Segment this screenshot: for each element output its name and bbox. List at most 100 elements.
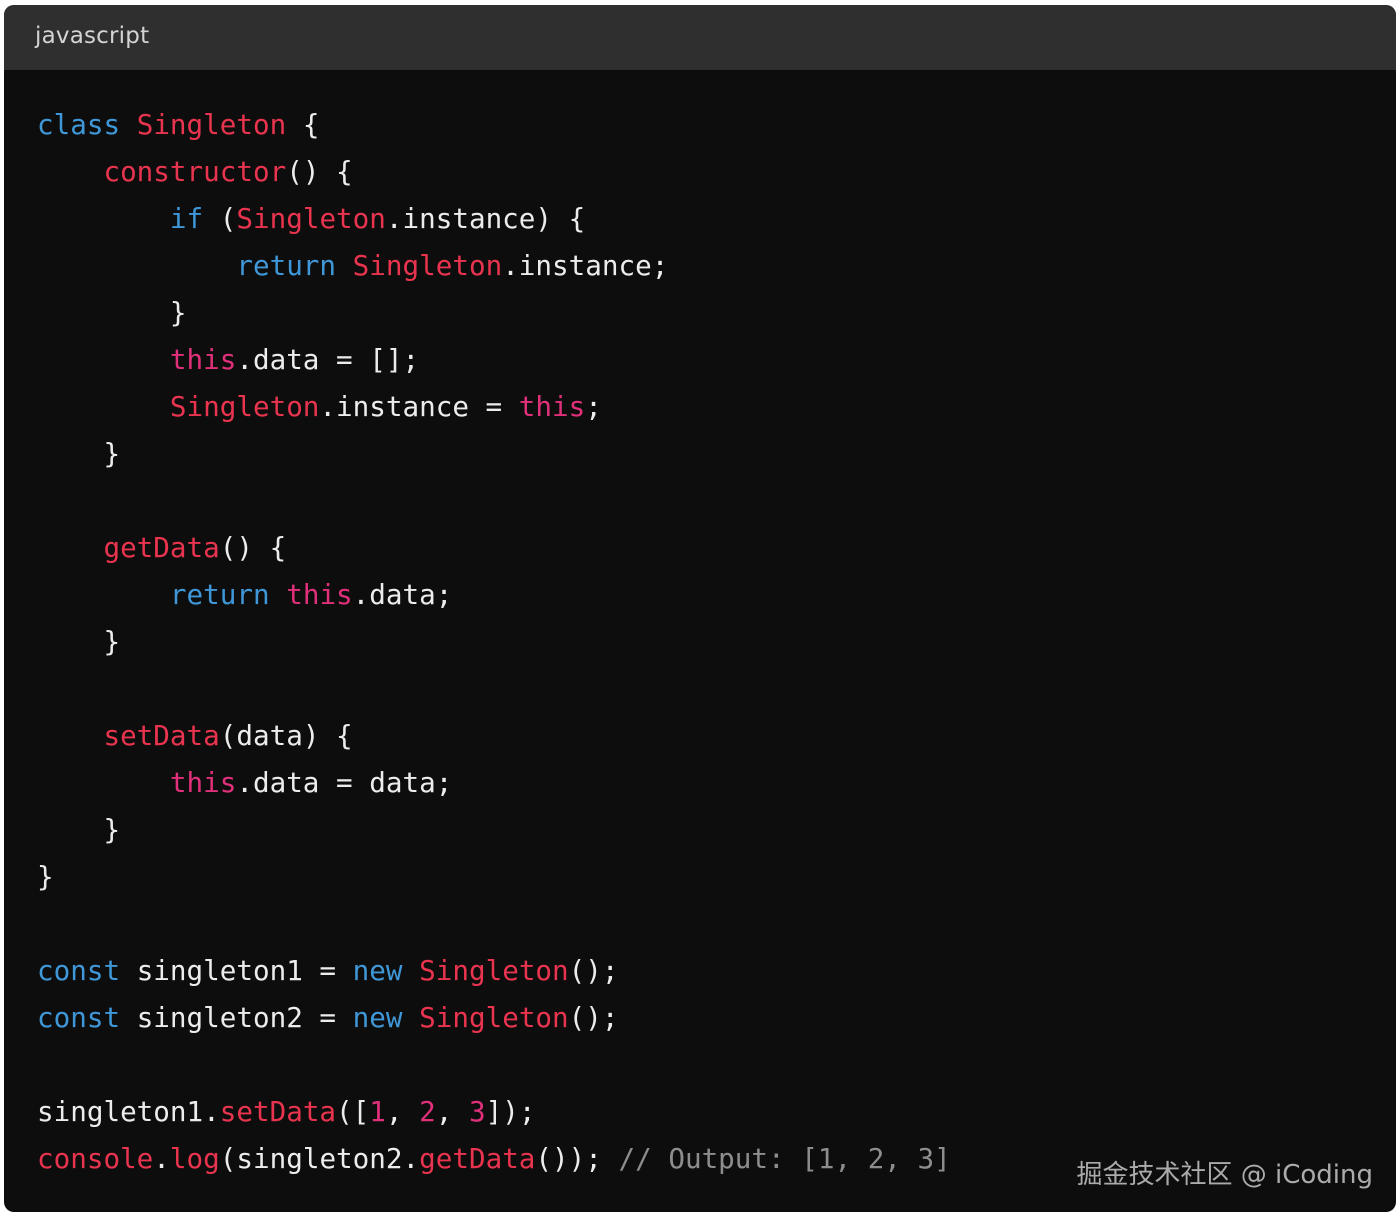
code-token: constructor xyxy=(103,155,287,188)
code-token: } xyxy=(37,437,121,470)
code-line: console.log(singleton2.getData()); // Ou… xyxy=(37,1135,951,1182)
code-token: } xyxy=(37,296,187,329)
code-token: } xyxy=(37,625,121,658)
code-token: // Output: [1, 2, 3] xyxy=(618,1142,951,1175)
code-token: setData xyxy=(219,1095,337,1128)
code-token: { xyxy=(286,108,320,141)
code-token: , xyxy=(385,1095,420,1128)
code-token: getData xyxy=(419,1142,536,1175)
code-line: setData(data) { xyxy=(37,712,951,759)
code-line: } xyxy=(37,853,951,900)
code-token: console xyxy=(37,1142,154,1175)
code-token: new xyxy=(352,954,403,987)
code-token: Singleton xyxy=(352,249,503,282)
code-line: const singleton1 = new Singleton(); xyxy=(37,947,951,994)
code-token: (); xyxy=(568,1001,619,1034)
code-token: 3 xyxy=(469,1095,486,1128)
code-token: ; xyxy=(585,390,602,423)
code-token: singleton1. xyxy=(37,1095,220,1128)
code-line: this.data = []; xyxy=(37,336,951,383)
code-token: Singleton xyxy=(419,1001,569,1034)
code-token: setData xyxy=(103,719,220,752)
code-line: class Singleton { xyxy=(37,101,951,148)
code-token: 2 xyxy=(419,1095,436,1128)
code-token: getData xyxy=(103,531,220,564)
code-token: .instance = xyxy=(319,390,519,423)
language-label: javascript xyxy=(35,23,150,49)
code-token: Singleton xyxy=(169,390,320,423)
code-token: const xyxy=(37,954,121,987)
code-token: () { xyxy=(219,531,287,564)
code-token: (singleton2. xyxy=(219,1142,420,1175)
code-token: Singleton xyxy=(419,954,569,987)
code-token: class xyxy=(37,108,121,141)
code-token: () { xyxy=(286,155,353,188)
code-token: .data = []; xyxy=(236,343,420,376)
code-token: } xyxy=(37,860,54,893)
code-line: getData() { xyxy=(37,524,951,571)
code-line: } xyxy=(37,618,951,665)
code-token: ()); xyxy=(535,1142,619,1175)
code-line: } xyxy=(37,806,951,853)
code-token: Singleton xyxy=(236,202,386,235)
code-line: return Singleton.instance; xyxy=(37,242,951,289)
code-line: singleton1.setData([1, 2, 3]); xyxy=(37,1088,951,1135)
code-token: .instance; xyxy=(502,249,669,282)
code-token: .instance) { xyxy=(385,202,586,235)
code-token: .data; xyxy=(352,578,453,611)
code-token: 1 xyxy=(369,1095,386,1128)
code-token: if xyxy=(169,202,204,235)
code-token: return xyxy=(236,249,337,282)
code-token: } xyxy=(37,813,121,846)
code-token: return xyxy=(169,578,270,611)
code-token: singleton2 = xyxy=(120,1001,353,1034)
watermark: 掘金技术社区 @ iCoding xyxy=(1076,1160,1373,1190)
code-line: Singleton.instance = this; xyxy=(37,383,951,430)
code-token: this xyxy=(169,766,237,799)
code-line: return this.data; xyxy=(37,571,951,618)
code-token: , xyxy=(435,1095,469,1128)
code-line: } xyxy=(37,289,951,336)
code-token: ( xyxy=(203,202,237,235)
code-line: const singleton2 = new Singleton(); xyxy=(37,994,951,1041)
code-token: ([ xyxy=(336,1095,370,1128)
code-content[interactable]: class Singleton { constructor() { if (Si… xyxy=(37,101,951,1182)
code-token: this xyxy=(518,390,586,423)
code-token: const xyxy=(37,1001,121,1034)
code-token: Singleton xyxy=(136,108,287,141)
code-token: (); xyxy=(568,954,619,987)
code-token: this xyxy=(286,578,353,611)
code-token: .data = data; xyxy=(236,766,453,799)
code-block: javascript class Singleton { constructor… xyxy=(4,5,1396,1212)
code-line: this.data = data; xyxy=(37,759,951,806)
code-token: new xyxy=(352,1001,403,1034)
code-token: . xyxy=(153,1142,170,1175)
code-token: (data) { xyxy=(219,719,353,752)
code-token: this xyxy=(169,343,237,376)
code-line: if (Singleton.instance) { xyxy=(37,195,951,242)
code-line: } xyxy=(37,430,951,477)
code-block-header: javascript xyxy=(4,5,1396,70)
code-token: log xyxy=(169,1142,220,1175)
code-token: singleton1 = xyxy=(120,954,353,987)
code-token: ]); xyxy=(485,1095,536,1128)
code-line: constructor() { xyxy=(37,148,951,195)
